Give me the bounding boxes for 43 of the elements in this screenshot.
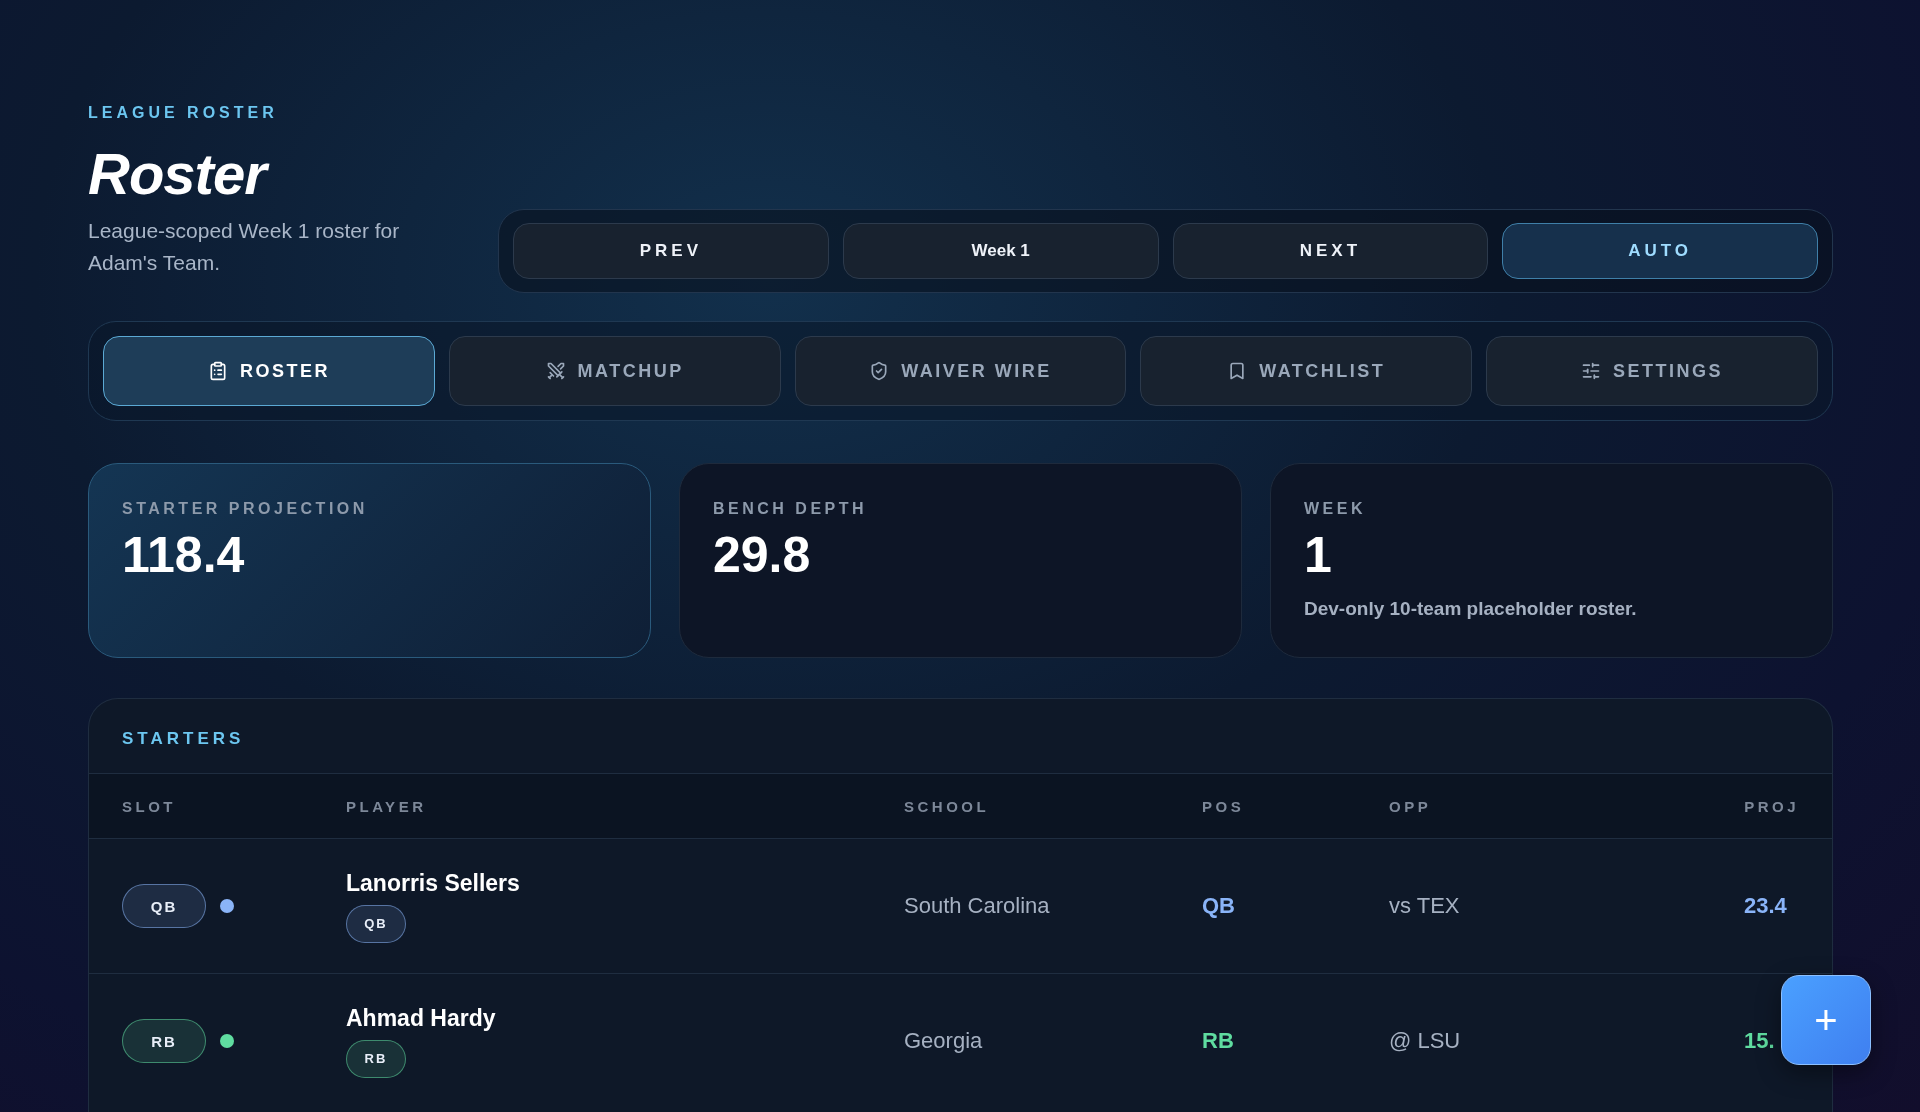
swords-icon	[545, 361, 566, 381]
stat-note: Dev-only 10-team placeholder roster.	[1304, 598, 1638, 620]
opponent-cell-text: vs TEX	[1389, 893, 1461, 919]
nav-tab[interactable]: MATCHUP	[448, 336, 781, 406]
nav-tab[interactable]: SETTINGS	[1486, 336, 1818, 406]
page-eyebrow: LEAGUE ROSTER	[88, 104, 279, 122]
week-selector[interactable]: Week 1	[842, 223, 1159, 279]
column-header: OPP	[1389, 797, 1433, 815]
column-header: POS	[1202, 797, 1246, 815]
slot-badge: QB	[122, 884, 206, 928]
week-button[interactable]: NEXT	[1172, 223, 1489, 279]
slot-badge: RB	[122, 1019, 206, 1063]
stat-value: 1	[1304, 526, 1333, 584]
position-cell-text: QB	[1202, 893, 1236, 919]
school-cell-text: Georgia	[904, 1028, 984, 1054]
player-name: Ahmad Hardy	[346, 1004, 497, 1032]
page-title: Roster	[88, 140, 438, 207]
column-header: SCHOOL	[904, 797, 991, 815]
column-header: PROJ	[1744, 797, 1799, 815]
stat-label: WEEK	[1304, 500, 1367, 518]
school-cell-text: South Carolina	[904, 893, 1051, 919]
position-cell-text: RB	[1202, 1028, 1235, 1054]
nav-tab[interactable]: WATCHLIST	[1140, 336, 1473, 406]
position-badge: RB	[346, 1039, 406, 1078]
column-header: PLAYER	[346, 797, 428, 815]
stat-label: STARTER PROJECTION	[122, 500, 369, 518]
week-button[interactable]: AUTO	[1502, 223, 1818, 279]
stat-value: 29.8	[713, 526, 812, 584]
column-header: SLOT	[122, 797, 177, 815]
projection-cell-text: 15.	[1744, 1028, 1776, 1054]
nav-tab[interactable]: ROSTER	[103, 336, 435, 406]
nav-tab[interactable]: WAIVER WIRE	[794, 336, 1127, 406]
projection-cell-text: 23.4	[1744, 893, 1788, 919]
sliders-icon	[1581, 361, 1602, 381]
section-title: STARTERS	[121, 728, 246, 750]
week-button[interactable]: PREV	[513, 223, 829, 279]
stat-value: 118.4	[122, 526, 246, 584]
player-name: Lanorris Sellers	[346, 869, 521, 897]
page-subtitle: League-scoped Week 1 roster for Adam's Team.	[88, 218, 401, 276]
stat-label: BENCH DEPTH	[713, 500, 869, 518]
opponent-cell-text: @ LSU	[1389, 1028, 1462, 1054]
position-badge: QB	[346, 904, 406, 943]
shield-check-icon	[869, 361, 890, 381]
